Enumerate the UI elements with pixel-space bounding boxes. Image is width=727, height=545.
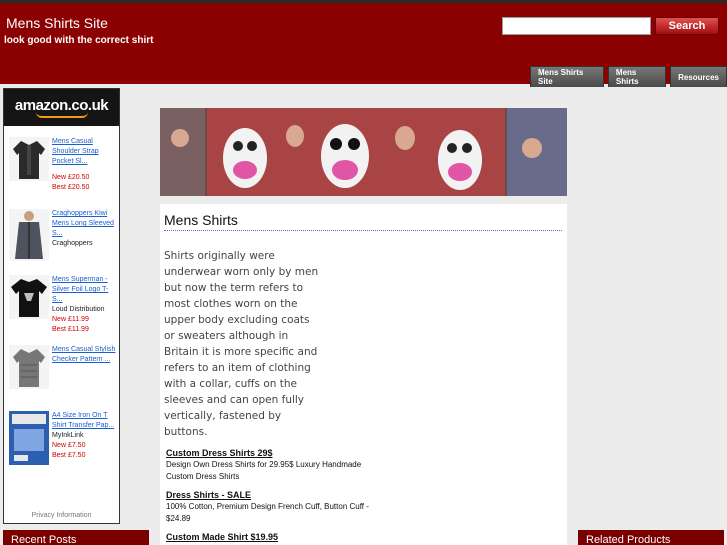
nav-tab-resources[interactable]: Resources [670, 66, 727, 87]
ad-title-link[interactable]: Dress Shirts - SALE [166, 489, 386, 501]
privacy-link[interactable]: Privacy Information [4, 512, 119, 519]
amazon-widget: amazon.co.uk Mens Casual Shoulder Strap … [3, 88, 120, 524]
header-banner-image [160, 108, 567, 196]
ad-title-link[interactable]: Custom Dress Shirts 29$ [166, 447, 386, 459]
site-title[interactable]: Mens Shirts Site [6, 15, 108, 31]
product-link[interactable]: Mens Superman - Silver Foil Logo T-S... [52, 275, 118, 305]
product-item: Mens Casual Stylish Checker Pattern ... [4, 345, 119, 407]
product-item: A4 Size Iron On T Shirt Transfer Pap... … [4, 411, 119, 473]
ad-title-link[interactable]: Custom Made Shirt $19.95 [166, 531, 386, 543]
product-best-price: Best £20.50 [52, 184, 90, 191]
product-new-price: New £11.99 [52, 316, 89, 323]
ad-block: Custom Dress Shirts 29$ Design Own Dress… [166, 447, 386, 483]
related-products-heading: Related Products [578, 530, 724, 545]
product-brand: MyInkLink [52, 432, 84, 439]
product-new-price: New £7.50 [52, 442, 86, 449]
search-input[interactable] [502, 17, 651, 35]
product-link[interactable]: Craghoppers Kiwi Mens Long Sleeved S... [52, 209, 118, 239]
ad-block: Custom Made Shirt $19.95 [166, 531, 386, 543]
ad-text: Design Own Dress Shirts for 29.95$ Luxur… [166, 460, 362, 481]
shirt-thumbnail[interactable] [9, 275, 49, 319]
article-body: Shirts originally were underwear worn on… [164, 250, 319, 438]
main-content: Mens Shirts Shirts originally were under… [160, 204, 567, 545]
shirt-thumbnail[interactable] [9, 209, 49, 261]
product-item: Mens Casual Shoulder Strap Pocket Sl... … [4, 137, 119, 199]
product-item: Mens Superman - Silver Foil Logo T-S... … [4, 275, 119, 337]
recent-posts-heading: Recent Posts [3, 530, 149, 545]
site-header: Mens Shirts Site look good with the corr… [0, 0, 727, 87]
page-title: Mens Shirts [164, 212, 562, 231]
amazon-smile-icon [35, 112, 88, 118]
product-best-price: Best £11.99 [52, 326, 89, 333]
shirt-thumbnail[interactable] [9, 137, 49, 181]
transfer-paper-thumbnail[interactable] [9, 411, 49, 465]
product-link[interactable]: Mens Casual Shoulder Strap Pocket Sl... [52, 137, 118, 167]
product-best-price: Best £7.50 [52, 452, 86, 459]
product-brand: Loud Distribution [52, 306, 105, 313]
ad-block: Dress Shirts - SALE 100% Cotton, Premium… [166, 489, 386, 525]
product-link[interactable]: A4 Size Iron On T Shirt Transfer Pap... [52, 411, 118, 431]
product-item: Craghoppers Kiwi Mens Long Sleeved S... … [4, 209, 119, 271]
site-tagline: look good with the correct shirt [4, 35, 154, 46]
nav-tab-mens-shirts[interactable]: Mens Shirts [607, 66, 667, 87]
product-link[interactable]: Mens Casual Stylish Checker Pattern ... [52, 345, 118, 365]
search-button[interactable]: Search [655, 17, 719, 35]
ad-text: 100% Cotton, Premium Design French Cuff,… [166, 502, 369, 523]
nav-tab-mens-shirts-site[interactable]: Mens Shirts Site [530, 66, 604, 87]
shirt-thumbnail[interactable] [9, 345, 49, 389]
product-brand: Craghoppers [52, 240, 93, 247]
amazon-logo[interactable]: amazon.co.uk [4, 89, 119, 126]
main-nav: Mens Shirts Site Mens Shirts Resources [530, 66, 727, 87]
product-new-price: New £20.50 [52, 174, 90, 181]
